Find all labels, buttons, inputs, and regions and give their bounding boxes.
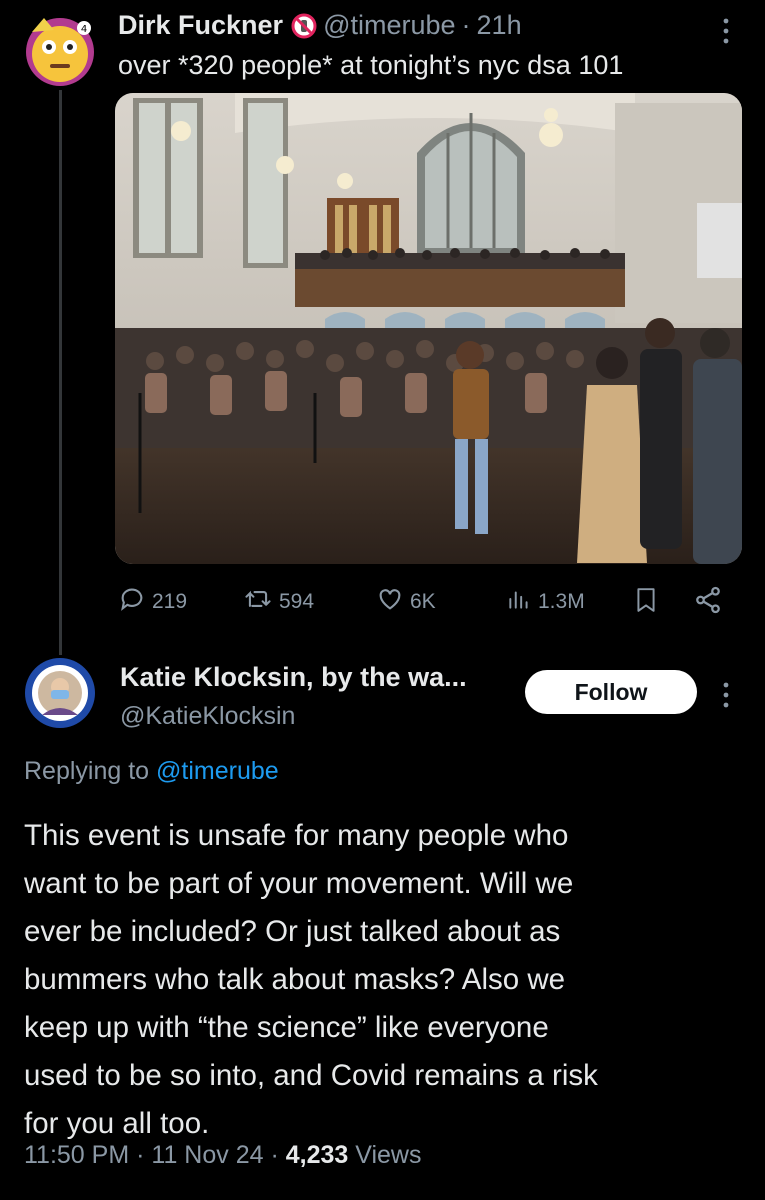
reply-metadata: 11:50 PM · 11 Nov 24 · 4,233 Views bbox=[24, 1141, 422, 1170]
header-separator: · bbox=[461, 10, 471, 40]
reply-text-line: used to be so into, and Covid remains a … bbox=[24, 1059, 598, 1092]
reply-views-count: 4,233 bbox=[285, 1141, 349, 1169]
bookmark-button[interactable] bbox=[633, 585, 665, 621]
event-hall-photo bbox=[115, 93, 742, 564]
reply-author-name[interactable]: Katie Klocksin, by the wa... bbox=[120, 662, 467, 693]
replying-to-link[interactable]: @timerube bbox=[156, 757, 279, 785]
avatar-katie[interactable] bbox=[24, 657, 96, 729]
views-count: 1.3M bbox=[538, 590, 585, 613]
reply-text-line: keep up with “the science” like everyone bbox=[24, 1011, 549, 1044]
reply-text-line: bummers who talk about masks? Also we bbox=[24, 963, 566, 996]
more-vertical-icon[interactable] bbox=[716, 14, 736, 48]
reply-author-handle[interactable]: @KatieKlocksin bbox=[120, 702, 295, 731]
tweet-header: Dirk Fuckner @timerube · 21h bbox=[118, 10, 522, 41]
like-count: 6K bbox=[410, 590, 436, 613]
emoji-avatar-image: 4 bbox=[26, 18, 94, 86]
reply-button[interactable]: 219 bbox=[118, 585, 187, 619]
reply-text-line: This event is unsafe for many people who bbox=[24, 819, 569, 852]
reply-count: 219 bbox=[152, 590, 188, 613]
tweet-actions-bar: 219 594 6K 1.3M bbox=[118, 585, 728, 621]
retweet-count: 594 bbox=[279, 590, 315, 613]
meta-separator: · bbox=[136, 1141, 145, 1169]
reply-text-line: ever be included? Or just talked about a… bbox=[24, 915, 561, 948]
profile-avatar-image bbox=[25, 658, 95, 728]
retweet-button[interactable]: 594 bbox=[243, 585, 314, 619]
comment-icon bbox=[118, 585, 152, 619]
reply-time[interactable]: 11:50 PM bbox=[24, 1141, 129, 1169]
svg-text:4: 4 bbox=[81, 24, 87, 35]
replying-to-prefix: Replying to bbox=[24, 757, 150, 785]
reply-date[interactable]: 11 Nov 24 bbox=[151, 1141, 263, 1169]
retweet-icon bbox=[243, 585, 279, 619]
replying-to-line: Replying to @timerube bbox=[24, 757, 279, 786]
more-vertical-icon[interactable] bbox=[716, 678, 736, 712]
follow-button[interactable]: Follow bbox=[525, 670, 697, 714]
reply-text-line: want to be part of your movement. Will w… bbox=[24, 867, 574, 900]
avatar-dirk[interactable]: 4 bbox=[24, 14, 96, 86]
meta-separator: · bbox=[270, 1141, 279, 1169]
no-entry-icon bbox=[291, 13, 317, 39]
thread-connector-line bbox=[59, 90, 62, 655]
views-button[interactable]: 1.3M bbox=[506, 585, 585, 619]
tweet-photo[interactable] bbox=[115, 93, 742, 564]
share-icon bbox=[693, 585, 729, 621]
reply-views-label: Views bbox=[355, 1141, 422, 1169]
like-button[interactable]: 6K bbox=[376, 585, 436, 619]
bookmark-icon bbox=[633, 585, 665, 621]
tweet-text: over *320 people* at tonight’s nyc dsa 1… bbox=[118, 50, 624, 80]
author-handle[interactable]: @timerube bbox=[323, 10, 455, 41]
share-button[interactable] bbox=[693, 585, 729, 621]
heart-icon bbox=[376, 585, 410, 619]
tweet-time-ago[interactable]: 21h bbox=[477, 10, 522, 41]
author-name[interactable]: Dirk Fuckner bbox=[118, 10, 283, 41]
bar-chart-icon bbox=[506, 585, 538, 619]
reply-text: This event is unsafe for many people who… bbox=[24, 812, 744, 1148]
